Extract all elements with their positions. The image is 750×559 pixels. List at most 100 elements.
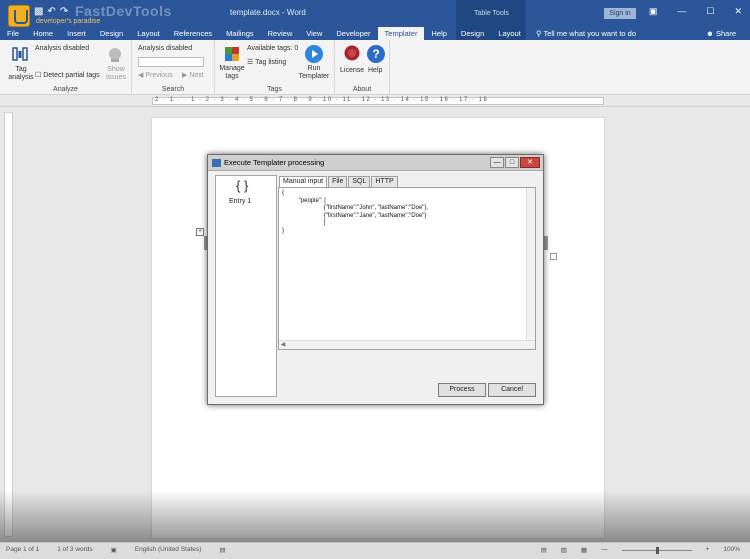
brand-subtitle: developer's paradise — [36, 18, 101, 25]
tag-listing-label: Tag listing — [255, 59, 287, 66]
share-button[interactable]: ☻ Share — [706, 27, 736, 40]
close-icon[interactable]: ✕ — [734, 6, 742, 17]
language-indicator[interactable]: English (United States) — [135, 546, 201, 554]
dialog-minimize-icon[interactable]: — — [490, 157, 504, 168]
tab-design[interactable]: Design — [93, 27, 130, 40]
read-mode-icon[interactable]: ▤ — [541, 546, 547, 554]
zoom-out-icon[interactable]: — — [601, 546, 608, 554]
redo-icon[interactable]: ↷ — [60, 6, 68, 17]
table-tools-label: Table Tools — [474, 10, 509, 17]
search-group: Analysis disabled ◀ Previous ▶ Next Sear… — [132, 40, 215, 95]
search-status: Analysis disabled — [138, 45, 193, 52]
templater-dialog: Execute Templater processing — □ ✕ { } E… — [207, 154, 544, 405]
tab-references[interactable]: References — [167, 27, 219, 40]
app-logo-icon — [8, 5, 30, 27]
undo-icon[interactable]: ↶ — [47, 6, 55, 17]
zoom-level[interactable]: 100% — [723, 546, 740, 554]
window-controls: ▣ — ☐ ✕ — [649, 6, 742, 17]
table-right-handle[interactable] — [544, 236, 548, 250]
dialog-titlebar[interactable]: Execute Templater processing — □ ✕ — [208, 155, 543, 171]
run-templater-button[interactable]: Run Templater — [297, 65, 331, 81]
share-label: Share — [715, 29, 736, 38]
zoom-in-icon[interactable]: + — [706, 546, 710, 554]
table-move-handle-icon[interactable]: + — [196, 228, 204, 236]
ribbon: Tag analysis Analysis disabled ☐ Detect … — [0, 40, 750, 95]
dialog-app-icon — [212, 159, 221, 167]
json-text[interactable]: { "people": [ {"firstName":"John", "last… — [282, 190, 428, 235]
editor-horizontal-scrollbar[interactable]: ◀ — [279, 340, 535, 349]
previous-button[interactable]: ◀ Previous — [138, 71, 173, 79]
zoom-thumb[interactable] — [655, 547, 659, 554]
help-button[interactable]: Help — [368, 67, 382, 74]
dialog-close-icon[interactable]: ✕ — [520, 157, 540, 168]
zoom-slider[interactable] — [621, 547, 692, 554]
show-issues-button[interactable]: Show issues — [104, 66, 128, 82]
save-icon[interactable]: ▩ — [34, 6, 43, 17]
tag-listing-button[interactable]: ☰ Tag listing — [247, 58, 286, 66]
tab-developer[interactable]: Developer — [329, 27, 377, 40]
available-tags: Available tags: 0 — [247, 45, 299, 52]
previous-label: Previous — [145, 72, 173, 79]
run-templater-icon[interactable] — [304, 44, 324, 64]
brand-watermark: FastDevTools — [75, 3, 172, 19]
tag-analysis-icon[interactable] — [11, 45, 29, 63]
print-layout-icon[interactable]: ▧ — [561, 546, 567, 554]
tab-mailings[interactable]: Mailings — [219, 27, 261, 40]
analyze-group-label: Analyze — [53, 86, 78, 93]
tab-view[interactable]: View — [299, 27, 329, 40]
entry-label[interactable]: Entry 1 — [229, 198, 251, 205]
table-resize-handle[interactable] — [550, 253, 557, 260]
editor-vertical-scrollbar[interactable] — [526, 188, 535, 341]
search-group-label: Search — [161, 86, 185, 93]
tab-layout[interactable]: Layout — [130, 27, 167, 40]
tab-sql[interactable]: SQL — [348, 176, 371, 187]
manage-tags-icon[interactable] — [223, 45, 241, 63]
tab-design-table[interactable]: Design — [454, 27, 491, 40]
vertical-ruler[interactable] — [4, 112, 13, 537]
manage-tags-button[interactable]: Manage tags — [219, 65, 245, 81]
tell-me-search[interactable]: ⚲ Tell me what you want to do — [536, 27, 636, 40]
process-button[interactable]: Process — [438, 383, 486, 397]
horizontal-ruler[interactable]: 2 · 1 · · 1 · 2 · 3 · 4 · 5 · 6 · 7 · 8 … — [0, 95, 750, 107]
license-icon[interactable] — [342, 44, 362, 64]
tab-layout-table[interactable]: Layout — [491, 27, 528, 40]
detect-partial-label: Detect partial tags — [43, 72, 100, 79]
tab-review[interactable]: Review — [261, 27, 300, 40]
tab-file[interactable]: File — [328, 176, 348, 187]
tab-file[interactable]: File — [0, 27, 26, 40]
status-right: ▤ ▧ ▦ — + 100% — [541, 546, 740, 554]
tab-http[interactable]: HTTP — [371, 176, 398, 187]
sign-in-button[interactable]: Sign in — [604, 8, 636, 19]
tab-home[interactable]: Home — [26, 27, 60, 40]
maximize-icon[interactable]: ☐ — [706, 6, 714, 17]
license-button[interactable]: License — [340, 67, 364, 74]
tab-templater[interactable]: Templater — [377, 27, 425, 40]
web-layout-icon[interactable]: ▦ — [581, 546, 587, 554]
ruler-numbers: 2 · 1 · · 1 · 2 · 3 · 4 · 5 · 6 · 7 · 8 … — [155, 97, 489, 103]
macro-record-icon[interactable]: ▤ — [219, 546, 225, 554]
proofing-icon[interactable]: ▣ — [111, 546, 117, 554]
about-group-label: About — [352, 86, 372, 93]
next-button[interactable]: ▶ Next — [182, 71, 204, 79]
ribbon-tabs: File Home Insert Design Layout References Mail… — [0, 27, 528, 40]
search-input[interactable] — [138, 57, 204, 67]
tag-analysis-button[interactable]: Tag analysis — [8, 66, 34, 82]
dialog-window-controls: — □ ✕ — [490, 157, 540, 168]
tab-manual-input[interactable]: Manual input — [279, 176, 328, 187]
ribbon-display-icon[interactable]: ▣ — [649, 6, 658, 17]
detect-partial-checkbox[interactable]: ☐ Detect partial tags — [35, 71, 100, 79]
dialog-maximize-icon[interactable]: □ — [505, 157, 519, 168]
minimize-icon[interactable]: — — [677, 6, 686, 17]
entries-panel: { } Entry 1 — [215, 175, 277, 397]
tab-insert[interactable]: Insert — [60, 27, 93, 40]
page-count[interactable]: Page 1 of 1 — [6, 546, 39, 554]
json-entry-icon[interactable]: { } — [236, 178, 248, 193]
title-bar: ▩ ↶ ↷ FastDevTools developer's paradise … — [0, 0, 750, 40]
help-icon[interactable]: ? — [366, 44, 386, 64]
tab-help[interactable]: Help — [424, 27, 453, 40]
word-count[interactable]: 1 of 3 words — [57, 546, 92, 554]
cancel-button[interactable]: Cancel — [488, 383, 536, 397]
show-issues-icon[interactable] — [106, 46, 124, 64]
tags-group-label: Tags — [267, 86, 282, 93]
json-editor[interactable]: { "people": [ {"firstName":"John", "last… — [278, 187, 536, 350]
